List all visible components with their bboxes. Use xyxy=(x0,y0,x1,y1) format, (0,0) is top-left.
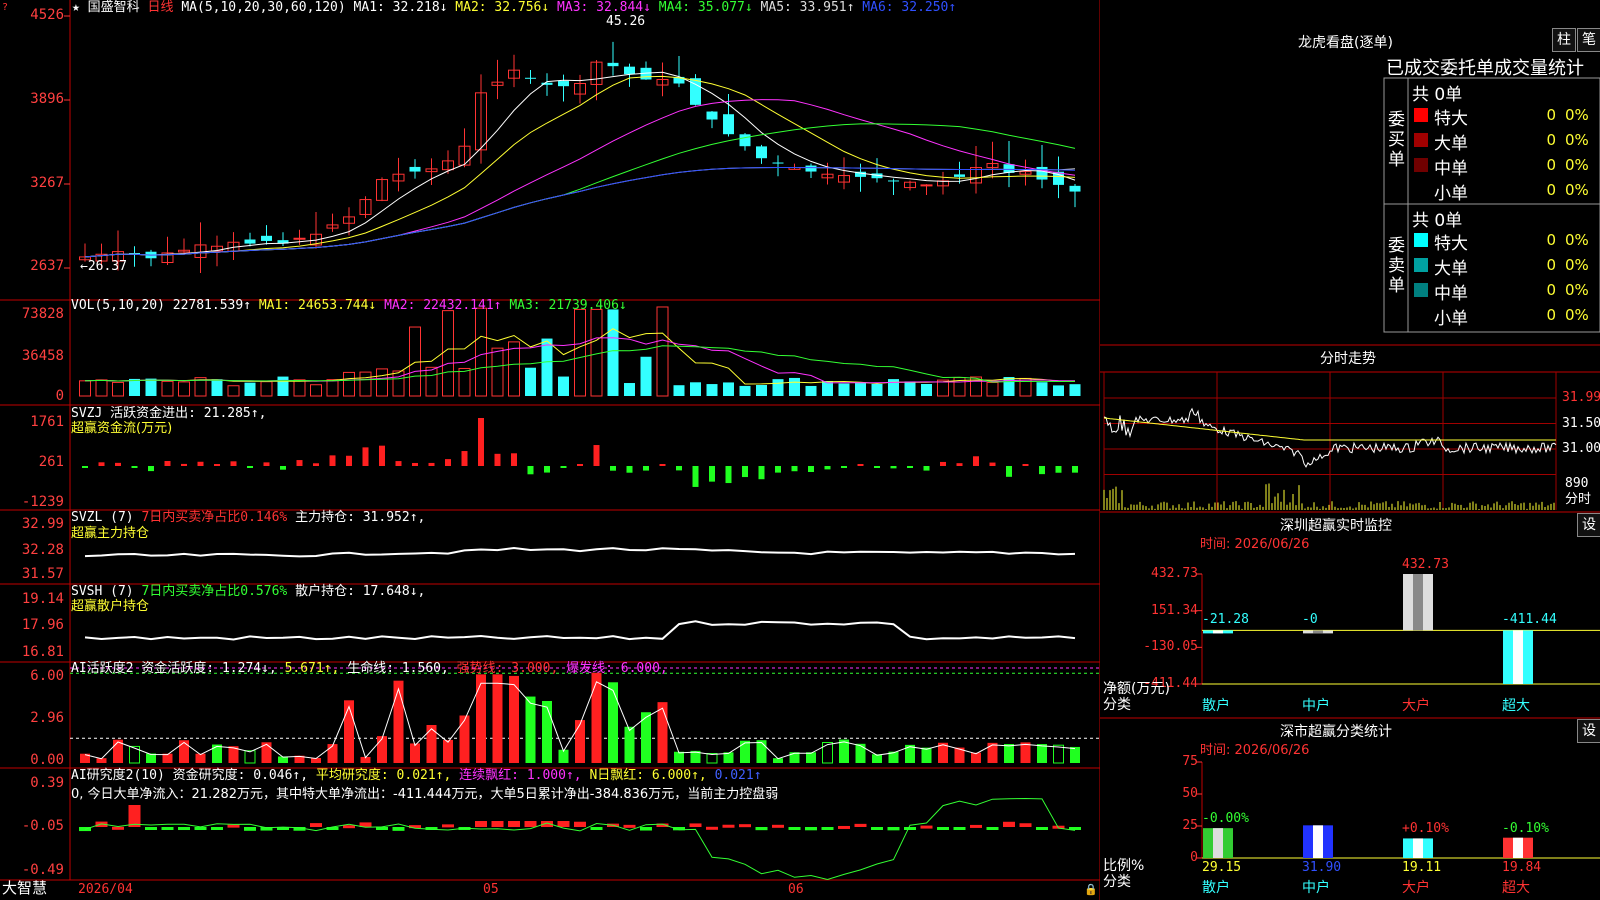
dragon-title: 龙虎看盘(逐单) xyxy=(1298,35,1393,51)
class-tick: 25 xyxy=(1182,818,1198,833)
sell-order-label: 小单 xyxy=(1434,309,1468,329)
monitor-tick: -130.05 xyxy=(1143,639,1198,655)
sell-color-swatch xyxy=(1414,283,1428,297)
class-change-label: -0.00% xyxy=(1202,811,1249,827)
class-value-label: 19.84 xyxy=(1502,860,1542,875)
buy-order-pct: 0% xyxy=(1565,181,1589,199)
sz-class-title: 深市超赢分类统计 xyxy=(1280,724,1392,740)
buy-order-label: 小单 xyxy=(1434,184,1468,204)
intraday-tick: 31.50 xyxy=(1562,416,1600,431)
monitor-category: 中户 xyxy=(1302,698,1330,714)
intraday-vol-tick: 890 xyxy=(1565,476,1589,491)
monitor-bar-highlight xyxy=(1513,630,1523,684)
buy-order-label: 中单 xyxy=(1434,159,1468,179)
sell-order-count: 0 xyxy=(1546,256,1556,274)
class-bar-highlight xyxy=(1313,825,1323,858)
buy-color-swatch xyxy=(1414,133,1428,147)
class-change-label: -0.10% xyxy=(1502,820,1549,836)
class-value-label: 19.11 xyxy=(1402,860,1442,875)
monitor-bar-highlight xyxy=(1213,630,1223,634)
sell-order-label: 中单 xyxy=(1434,284,1468,304)
sz-class-xlabel: 分类 xyxy=(1103,874,1131,890)
sell-order-label: 特大 xyxy=(1434,234,1468,254)
class-category: 大户 xyxy=(1402,880,1430,896)
monitor-category: 散户 xyxy=(1202,698,1230,714)
monitor-value-label: -21.28 xyxy=(1202,612,1249,628)
buy-order-count: 0 xyxy=(1546,181,1556,199)
intraday-tick: 31.99 xyxy=(1562,390,1600,405)
sell-color-swatch xyxy=(1414,233,1428,247)
sell-orders-label: 委卖单 xyxy=(1388,236,1405,296)
buy-order-pct: 0% xyxy=(1565,106,1589,124)
buy-color-swatch xyxy=(1414,183,1428,197)
monitor-bar-highlight xyxy=(1413,574,1423,631)
sell-order-pct: 0% xyxy=(1565,281,1589,299)
buy-order-count: 0 xyxy=(1546,131,1556,149)
sz-class-settings-button[interactable]: 设 xyxy=(1577,719,1600,743)
class-tick: 50 xyxy=(1182,786,1198,801)
class-bar-highlight xyxy=(1513,837,1523,858)
bar-mode-button[interactable]: 柱 xyxy=(1552,28,1576,52)
monitor-category: 超大 xyxy=(1502,698,1530,714)
sz-class-ylabel: 比例% xyxy=(1103,858,1145,874)
class-category: 中户 xyxy=(1302,880,1330,896)
class-tick: 0 xyxy=(1190,850,1198,865)
sz-monitor-time: 时间: 2026/06/26 xyxy=(1200,537,1310,552)
intraday-tick: 31.00 xyxy=(1562,441,1600,456)
class-value-label: 31.90 xyxy=(1302,860,1342,875)
buy-total: 共 0单 xyxy=(1412,85,1463,105)
sell-order-count: 0 xyxy=(1546,306,1556,324)
buy-order-count: 0 xyxy=(1546,106,1556,124)
sell-order-pct: 0% xyxy=(1565,231,1589,249)
buy-orders-label: 委买单 xyxy=(1388,110,1405,170)
class-change-label: +0.10% xyxy=(1402,821,1449,837)
monitor-category: 大户 xyxy=(1402,698,1430,714)
monitor-value-label: -411.44 xyxy=(1502,612,1557,628)
buy-order-pct: 0% xyxy=(1565,131,1589,149)
class-category: 散户 xyxy=(1202,880,1230,896)
buy-order-label: 特大 xyxy=(1434,109,1468,129)
buy-order-pct: 0% xyxy=(1565,156,1589,174)
sell-order-pct: 0% xyxy=(1565,256,1589,274)
buy-order-label: 大单 xyxy=(1434,134,1468,154)
buy-color-swatch xyxy=(1414,108,1428,122)
intraday-vol-label: 分时 xyxy=(1565,492,1592,507)
class-value-label: 29.15 xyxy=(1202,860,1242,875)
sz-monitor-ylabel: 净额(万元) xyxy=(1103,681,1170,697)
monitor-tick: 432.73 xyxy=(1151,566,1198,581)
buy-order-count: 0 xyxy=(1546,156,1556,174)
sell-order-label: 大单 xyxy=(1434,259,1468,279)
tick-mode-button[interactable]: 笔 xyxy=(1577,28,1600,52)
buy-color-swatch xyxy=(1414,158,1428,172)
sell-order-count: 0 xyxy=(1546,281,1556,299)
sell-color-swatch xyxy=(1414,258,1428,272)
class-tick: 75 xyxy=(1182,754,1198,769)
sz-monitor-settings-button[interactable]: 设 xyxy=(1577,513,1600,537)
sell-order-pct: 0% xyxy=(1565,306,1589,324)
class-category: 超大 xyxy=(1502,880,1530,896)
monitor-tick: 151.34 xyxy=(1151,602,1198,618)
dragon-subtitle: 已成交委托单成交量统计 xyxy=(1386,58,1584,79)
class-bar-highlight xyxy=(1413,838,1423,858)
monitor-value-label: 432.73 xyxy=(1402,557,1449,572)
sz-monitor-xlabel: 分类 xyxy=(1103,697,1131,713)
class-bar-highlight xyxy=(1213,828,1223,858)
sell-color-swatch xyxy=(1414,308,1428,322)
right-panel-graphics xyxy=(1100,77,1600,859)
monitor-value-label: -0 xyxy=(1302,612,1318,628)
sell-total: 共 0单 xyxy=(1412,211,1463,231)
intraday-title: 分时走势 xyxy=(1320,351,1376,367)
sell-order-count: 0 xyxy=(1546,231,1556,249)
sz-class-time: 时间: 2026/06/26 xyxy=(1200,743,1310,758)
monitor-bar-highlight xyxy=(1313,630,1323,634)
sz-monitor-title: 深圳超赢实时监控 xyxy=(1280,518,1392,534)
